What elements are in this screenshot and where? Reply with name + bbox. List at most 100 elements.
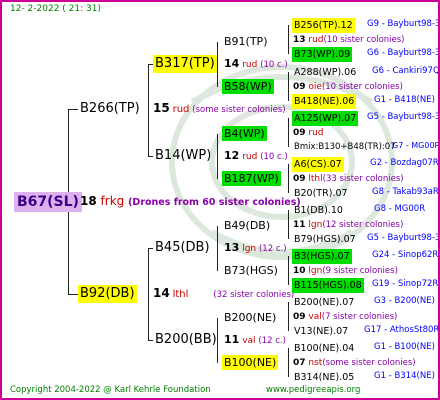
connector <box>148 64 149 156</box>
queen-b14-wp[interactable]: B14(WP) <box>153 147 213 165</box>
connector <box>288 256 289 285</box>
mating-b4: 09 rud <box>293 127 324 139</box>
queen-b92-db[interactable]: B92(DB) <box>78 285 137 303</box>
mating-note: (10 sister colonies) <box>323 35 405 45</box>
date-stamp: 12- 2-2022 ( 21: 31) <box>10 4 101 14</box>
connector <box>217 226 218 271</box>
mating-note: (10 c.) <box>260 60 288 70</box>
ancestor-b314[interactable]: B314(NE).05 <box>292 370 356 385</box>
queen-b49-db[interactable]: B49(DB) <box>222 218 272 233</box>
mating-code: val <box>308 312 322 322</box>
ancestor-a125-origin: G5 - Bayburt98-3 <box>367 112 440 122</box>
mating-note: (12 sister colonies) <box>322 220 404 230</box>
mating-note: (12 c.) <box>258 336 286 346</box>
mating-note: (9 sister colonies) <box>322 266 398 276</box>
ancestor-b115-origin: G19 - Sinop72R <box>372 279 439 289</box>
ancestor-b115[interactable]: B115(HGS).08 <box>292 278 364 293</box>
ancestor-b418[interactable]: B418(NE).06 <box>292 94 357 109</box>
root-queen[interactable]: B67(SL) <box>14 192 82 212</box>
ancestor-b73wp[interactable]: B73(WP).09 <box>292 47 353 62</box>
mating-note: (33 sister colonies) <box>322 174 404 184</box>
queen-b4-wp[interactable]: B4(WP) <box>222 126 267 141</box>
queen-b73-hgs[interactable]: B73(HGS) <box>222 263 280 278</box>
ancestor-v13-origin: G17 - AthosSt80R <box>364 325 440 335</box>
mating-number: 14 <box>153 286 170 300</box>
mating-code: lgn <box>242 244 257 254</box>
mating-b100: 07 nst(some sister colonies) <box>293 357 416 369</box>
connector <box>288 164 289 193</box>
connector <box>288 210 289 239</box>
ancestor-a288[interactable]: A288(WP).06 <box>292 65 358 80</box>
connector <box>288 302 289 331</box>
mating-number: 14 <box>224 57 240 70</box>
mating-code: rud <box>172 104 190 115</box>
mating-number: 13 <box>224 241 240 254</box>
ancestor-b1db-origin: G8 - MG00R <box>374 204 426 214</box>
mating-b14: 12 rud (10 c.) <box>224 150 288 163</box>
mating-number: 11 <box>224 333 240 346</box>
mating-number: 12 <box>224 149 240 162</box>
mating-number: 07 <box>293 358 306 368</box>
mating-code: val <box>242 336 256 346</box>
mating-code: lthl <box>308 174 323 184</box>
queen-b100-ne[interactable]: B100(NE) <box>222 355 279 370</box>
ancestor-b200ne07[interactable]: B200(NE).07 <box>292 295 356 310</box>
ancestor-b100ne04[interactable]: B100(NE).04 <box>292 341 356 356</box>
ancestor-a6[interactable]: A6(CS).07 <box>292 157 344 172</box>
mating-b200bb: 11 val (12 c.) <box>224 334 286 347</box>
connector <box>288 25 289 54</box>
connector <box>288 72 289 101</box>
mating-note: (some sister colonies) <box>192 105 286 115</box>
queen-b187-wp[interactable]: B187(WP) <box>222 171 281 186</box>
mating-b266: 15 rud (some sister colonies) <box>153 102 286 116</box>
mating-number: 09 <box>293 312 306 322</box>
connector <box>288 348 289 377</box>
mating-note: (10 sister colonies) <box>321 82 403 92</box>
queen-b200-ne[interactable]: B200(NE) <box>222 310 278 325</box>
ancestor-b79-origin: G5 - Bayburt98-3 <box>367 233 440 243</box>
ancestor-b79[interactable]: B79(HGS).07 <box>292 232 358 247</box>
mating-b200ne: 09 val(7 sister colonies) <box>293 311 397 323</box>
ancestor-a288-origin: G6 - Cankiri97Q <box>372 66 440 76</box>
ancestor-b3hgs[interactable]: B3(HGS).07 <box>292 249 352 264</box>
ancestor-bmix[interactable]: Bmix:B130+B48(TR):07 <box>292 140 398 155</box>
ancestor-v13[interactable]: V13(NE).07 <box>292 324 350 339</box>
root-mating-note: (Drones from 60 sister colonies) <box>128 197 301 208</box>
ancestor-b1db[interactable]: B1(DB).10 <box>292 203 345 218</box>
ancestor-b200ne07-origin: G3 - B200(NE) <box>374 296 435 306</box>
mating-code: rud <box>242 60 258 70</box>
mating-number: 09 <box>293 128 306 138</box>
queen-b317-tp[interactable]: B317(TP) <box>153 55 217 73</box>
mating-b187: 09 lthl(33 sister colonies) <box>293 173 404 185</box>
queen-b91-tp[interactable]: B91(TP) <box>222 34 269 49</box>
site-link[interactable]: www.pedigreeapis.org <box>266 385 360 395</box>
mating-note: (10 c.) <box>260 152 288 162</box>
mating-number: 10 <box>293 266 306 276</box>
mating-code: rud <box>308 128 324 138</box>
queen-b45-db[interactable]: B45(DB) <box>153 239 212 257</box>
ancestor-b20-origin: G8 - Takab93aR <box>372 187 439 197</box>
mating-code: rud <box>308 35 324 45</box>
mating-number: 09 <box>293 174 306 184</box>
copyright-text: Copyright 2004-2022 @ Karl Kehrle Founda… <box>10 385 211 395</box>
root-mating-number: 18 <box>80 194 97 208</box>
connector <box>288 118 289 147</box>
queen-b266-tp[interactable]: B266(TP) <box>78 100 142 118</box>
connector <box>68 294 78 295</box>
ancestor-a125[interactable]: A125(WP).07 <box>292 111 359 126</box>
ancestor-b256[interactable]: B256(TP).12 <box>292 18 355 33</box>
mating-number: 11 <box>293 220 306 230</box>
mating-b73: 10 lgn(9 sister colonies) <box>293 265 398 277</box>
mating-b58: 09 oie(10 sister colonies) <box>293 81 403 93</box>
ancestor-b20[interactable]: B20(TR).07 <box>292 186 350 201</box>
mating-b49: 11 lgn(12 sister colonies) <box>293 219 403 231</box>
ancestor-b3hgs-origin: G24 - Sinop62R <box>372 250 439 260</box>
ancestor-b100ne04-origin: G1 - B100(NE) <box>374 342 435 352</box>
mating-number: 15 <box>153 101 170 115</box>
mating-code: oie <box>308 82 322 92</box>
queen-b58-wp[interactable]: B58(WP) <box>222 79 274 94</box>
queen-b200-bb[interactable]: B200(BB) <box>153 331 219 349</box>
connector <box>217 42 218 87</box>
mating-note: (32 sister colonies) <box>213 290 295 300</box>
mating-code: rud <box>242 152 258 162</box>
